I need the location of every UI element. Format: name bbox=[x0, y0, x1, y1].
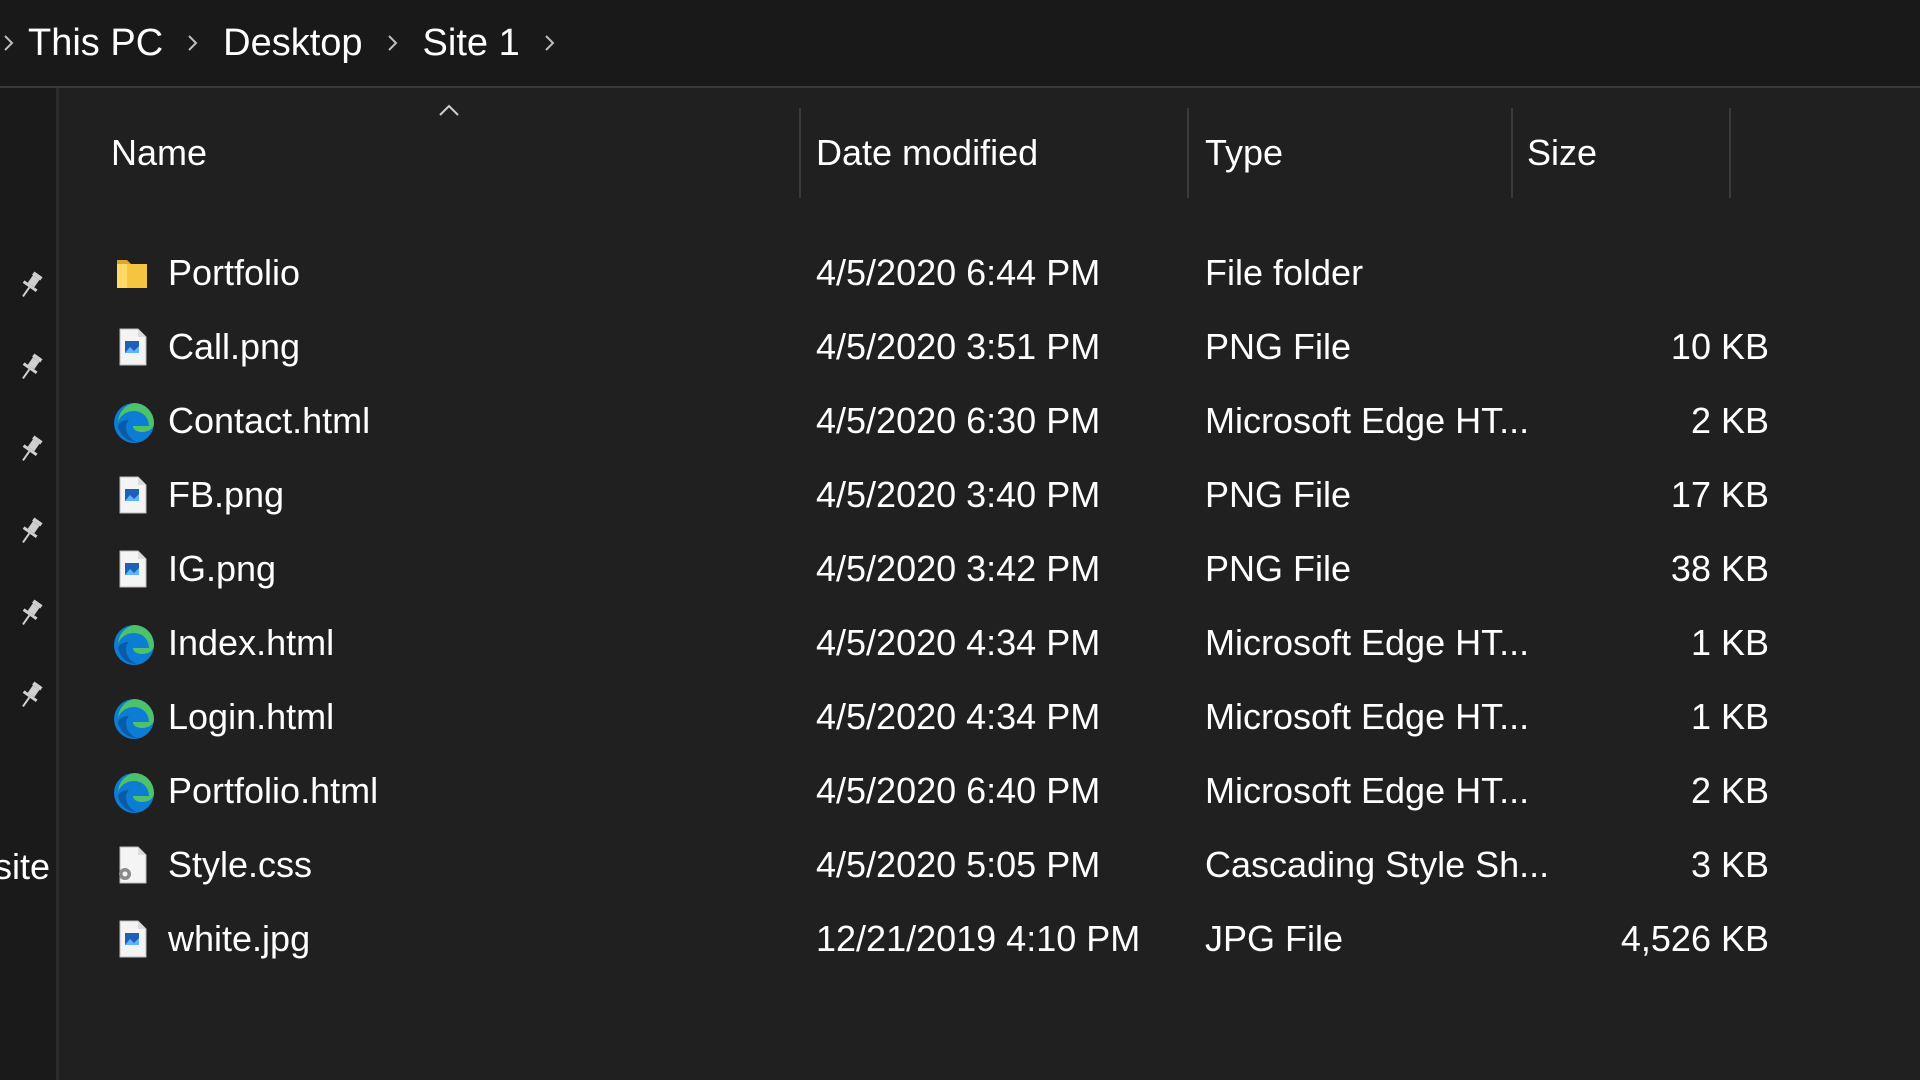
file-type: Microsoft Edge HT... bbox=[1205, 400, 1530, 441]
file-date-modified: 4/5/2020 6:44 PM bbox=[816, 252, 1101, 293]
column-header-row: Name Date modified Type Size bbox=[59, 104, 1920, 198]
file-size: 38 KB bbox=[1670, 548, 1769, 589]
edge-icon bbox=[111, 696, 154, 739]
file-row[interactable]: Contact.html 4/5/2020 6:30 PM Microsoft Ed… bbox=[59, 384, 1920, 458]
css-file-icon bbox=[111, 844, 153, 886]
file-name: Login.html bbox=[168, 696, 335, 737]
column-header-type-label: Type bbox=[1205, 132, 1284, 173]
file-size: 17 KB bbox=[1670, 474, 1769, 515]
pin-icon[interactable] bbox=[14, 268, 48, 302]
breadcrumb-site-1[interactable]: Site 1 bbox=[413, 22, 530, 65]
file-date-modified: 4/5/2020 3:51 PM bbox=[816, 326, 1101, 367]
file-type: Microsoft Edge HT... bbox=[1205, 622, 1530, 663]
file-row[interactable]: Call.png 4/5/2020 3:51 PM PNG File 10 KB bbox=[59, 310, 1920, 384]
pin-icon[interactable] bbox=[14, 514, 48, 548]
file-date-modified: 4/5/2020 6:40 PM bbox=[816, 770, 1101, 811]
pin-icon[interactable] bbox=[14, 596, 48, 630]
file-date-modified: 4/5/2020 3:40 PM bbox=[816, 474, 1101, 515]
file-type: File folder bbox=[1205, 252, 1364, 293]
file-row[interactable]: FB.png 4/5/2020 3:40 PM PNG File 17 KB bbox=[59, 458, 1920, 532]
file-size: 10 KB bbox=[1670, 326, 1769, 367]
chevron-right-icon[interactable] bbox=[173, 0, 213, 86]
pin-icon[interactable] bbox=[14, 678, 48, 712]
file-size: 4,526 KB bbox=[1620, 918, 1769, 959]
file-name: Portfolio.html bbox=[168, 770, 379, 811]
image-file-icon bbox=[111, 326, 153, 368]
breadcrumb-this-pc[interactable]: This PC bbox=[18, 22, 173, 65]
chevron-right-icon[interactable] bbox=[530, 0, 570, 86]
file-row[interactable]: Style.css 4/5/2020 5:05 PM Cascading Style… bbox=[59, 828, 1920, 902]
file-date-modified: 4/5/2020 3:42 PM bbox=[816, 548, 1101, 589]
file-name: IG.png bbox=[168, 548, 277, 589]
file-list-pane: Name Date modified Type Size Portfolio 4/… bbox=[59, 88, 1920, 1080]
file-name: Portfolio bbox=[168, 252, 301, 293]
chevron-right-icon[interactable] bbox=[0, 0, 18, 86]
file-type: Microsoft Edge HT... bbox=[1205, 696, 1530, 737]
column-header-size[interactable]: Size bbox=[1513, 108, 1729, 198]
file-type: Microsoft Edge HT... bbox=[1205, 770, 1530, 811]
file-row[interactable]: IG.png 4/5/2020 3:42 PM PNG File 38 KB bbox=[59, 532, 1920, 606]
image-file-icon bbox=[111, 474, 153, 516]
file-row[interactable]: Portfolio.html 4/5/2020 6:40 PM Microsoft … bbox=[59, 754, 1920, 828]
file-size: 3 KB bbox=[1690, 844, 1769, 885]
file-row[interactable]: Portfolio 4/5/2020 6:44 PM File folder bbox=[59, 236, 1920, 310]
column-header-date-label: Date modified bbox=[816, 132, 1039, 173]
file-name: FB.png bbox=[168, 474, 285, 515]
file-date-modified: 4/5/2020 6:30 PM bbox=[816, 400, 1101, 441]
pin-icon[interactable] bbox=[14, 350, 48, 384]
file-type: PNG File bbox=[1205, 548, 1352, 589]
file-date-modified: 12/21/2019 4:10 PM bbox=[816, 918, 1141, 959]
file-size: 1 KB bbox=[1690, 622, 1769, 663]
file-date-modified: 4/5/2020 5:05 PM bbox=[816, 844, 1101, 885]
file-type: PNG File bbox=[1205, 474, 1352, 515]
file-size: 2 KB bbox=[1690, 770, 1769, 811]
address-bar[interactable]: This PC Desktop Site 1 bbox=[0, 0, 1920, 88]
chevron-right-icon[interactable] bbox=[373, 0, 413, 86]
pin-icon[interactable] bbox=[14, 432, 48, 466]
nav-item-site[interactable]: site bbox=[0, 846, 50, 888]
image-file-icon bbox=[111, 918, 153, 960]
file-date-modified: 4/5/2020 4:34 PM bbox=[816, 622, 1101, 663]
file-row[interactable]: Index.html 4/5/2020 4:34 PM Microsoft Edge… bbox=[59, 606, 1920, 680]
breadcrumb-desktop[interactable]: Desktop bbox=[213, 22, 372, 65]
column-header-name[interactable]: Name bbox=[111, 108, 799, 198]
file-name: Call.png bbox=[168, 326, 301, 367]
file-size: 2 KB bbox=[1690, 400, 1769, 441]
folder-icon bbox=[111, 252, 153, 294]
file-size bbox=[1530, 236, 1769, 310]
column-header-name-label: Name bbox=[111, 132, 208, 173]
file-name: white.jpg bbox=[168, 918, 311, 959]
column-header-size-label: Size bbox=[1527, 132, 1598, 173]
file-size: 1 KB bbox=[1690, 696, 1769, 737]
file-type: PNG File bbox=[1205, 326, 1352, 367]
file-name: Index.html bbox=[168, 622, 335, 663]
file-name: Contact.html bbox=[168, 400, 371, 441]
file-name: Style.css bbox=[168, 844, 313, 885]
edge-icon bbox=[111, 770, 154, 813]
column-header-type[interactable]: Type bbox=[1189, 108, 1511, 198]
edge-icon bbox=[111, 622, 154, 665]
file-date-modified: 4/5/2020 4:34 PM bbox=[816, 696, 1101, 737]
edge-icon bbox=[111, 400, 154, 443]
column-divider[interactable] bbox=[1729, 108, 1731, 198]
navigation-pane: site bbox=[0, 88, 59, 1080]
image-file-icon bbox=[111, 548, 153, 590]
file-row[interactable]: Login.html 4/5/2020 4:34 PM Microsoft Edge… bbox=[59, 680, 1920, 754]
file-type: JPG File bbox=[1205, 918, 1344, 959]
file-type: Cascading Style Sh... bbox=[1205, 844, 1550, 885]
file-row[interactable]: white.jpg 12/21/2019 4:10 PM JPG File 4,526… bbox=[59, 902, 1920, 976]
column-header-date[interactable]: Date modified bbox=[801, 108, 1187, 198]
